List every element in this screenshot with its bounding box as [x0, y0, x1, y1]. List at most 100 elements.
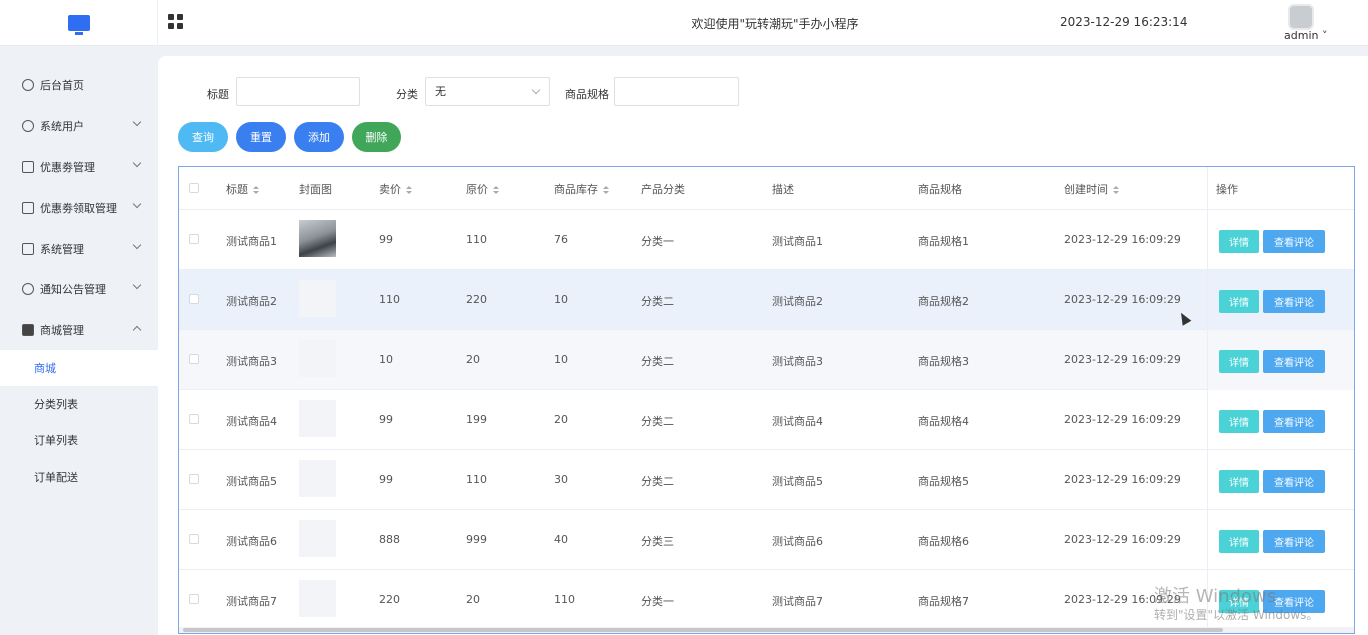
add-button[interactable]: 添加 [294, 122, 344, 152]
sidebar-item-coupons[interactable]: 优惠劵管理 [0, 147, 158, 187]
menu-toggle-icon[interactable] [168, 14, 183, 29]
cover-image [299, 520, 336, 557]
cell-price: 110 [379, 293, 400, 306]
row-checkbox[interactable] [189, 594, 199, 604]
reset-button[interactable]: 重置 [236, 122, 286, 152]
detail-button[interactable]: 详情 [1219, 230, 1259, 253]
cell-title: 测试商品4 [226, 415, 277, 428]
title-filter-input[interactable] [236, 77, 360, 106]
view-comments-button[interactable]: 查看评论 [1263, 470, 1325, 493]
sidebar-item-store[interactable]: 商城管理 [0, 310, 158, 350]
cell-orig: 110 [466, 473, 487, 486]
row-actions: 详情 查看评论 [1207, 270, 1354, 330]
spec-filter-input[interactable] [614, 77, 739, 106]
column-header[interactable]: 商品库存 [554, 181, 609, 197]
row-checkbox[interactable] [189, 294, 199, 304]
row-checkbox[interactable] [189, 234, 199, 244]
view-comments-button[interactable]: 查看评论 [1263, 410, 1325, 433]
sidebar-item-system-users[interactable]: 系统用户 [0, 106, 158, 146]
row-checkbox[interactable] [189, 414, 199, 424]
sidebar-item-home[interactable]: 后台首页 [0, 65, 158, 105]
cell-desc: 测试商品1 [772, 235, 823, 248]
category-filter-label: 分类 [396, 88, 418, 101]
user-menu[interactable]: admin ˅ [1284, 29, 1327, 42]
sidebar-item-coupon-claims[interactable]: 优惠劵领取管理 [0, 188, 158, 228]
cell-title: 测试商品7 [226, 595, 277, 608]
detail-button[interactable]: 详情 [1219, 350, 1259, 373]
avatar[interactable] [1288, 4, 1314, 30]
row-checkbox[interactable] [189, 474, 199, 484]
row-checkbox[interactable] [189, 354, 199, 364]
view-comments-button[interactable]: 查看评论 [1263, 230, 1325, 253]
products-table: 标题 封面图 卖价 原价 商品库存 产品分类 描述 商品规格 创建时间 操作 测… [178, 166, 1355, 634]
cell-desc: 测试商品2 [772, 295, 823, 308]
sidebar-item-label: 系统用户 [40, 120, 84, 133]
cell-orig: 199 [466, 413, 487, 426]
table-row[interactable]: 测试商品1 99 110 76 分类一 测试商品1 商品规格1 2023-12-29 16:0… [179, 210, 1354, 270]
row-checkbox[interactable] [189, 534, 199, 544]
view-comments-button[interactable]: 查看评论 [1263, 350, 1325, 373]
cell-category: 分类二 [641, 355, 674, 368]
current-datetime: 2023-12-29 16:23:14 [1060, 15, 1188, 29]
category-select-value: 无 [435, 85, 446, 98]
sidebar-subitem-categories[interactable]: 分类列表 [0, 386, 158, 422]
table-row[interactable]: 测试商品3 10 20 10 分类二 测试商品3 商品规格3 2023-12-29 16:09… [179, 330, 1354, 390]
cell-spec: 商品规格3 [918, 355, 969, 368]
cell-spec: 商品规格2 [918, 295, 969, 308]
cell-category: 分类二 [641, 415, 674, 428]
detail-button[interactable]: 详情 [1219, 530, 1259, 553]
row-actions: 详情 查看评论 [1207, 330, 1354, 390]
sidebar-item-label: 通知公告管理 [40, 283, 106, 296]
column-header[interactable]: 原价 [466, 181, 499, 197]
column-header[interactable]: 创建时间 [1064, 181, 1119, 197]
spec-filter-label: 商品规格 [565, 88, 609, 101]
query-button[interactable]: 查询 [178, 122, 228, 152]
horizontal-scrollbar[interactable] [179, 627, 1354, 633]
sidebar-subitem-store[interactable]: 商城 [0, 350, 158, 386]
column-header[interactable]: 卖价 [379, 181, 412, 197]
sort-icon [253, 186, 259, 194]
sidebar-item-notices[interactable]: 通知公告管理 [0, 269, 158, 309]
sidebar-item-system-management[interactable]: 系统管理 [0, 229, 158, 269]
cell-spec: 商品规格1 [918, 235, 969, 248]
detail-button[interactable]: 详情 [1219, 470, 1259, 493]
select-all-checkbox[interactable] [189, 183, 199, 193]
store-icon [22, 324, 34, 336]
welcome-text: 欢迎使用"玩转潮玩"手办小程序 [691, 17, 859, 31]
table-row[interactable]: 测试商品4 99 199 20 分类二 测试商品4 商品规格4 2023-12-29 16:0… [179, 390, 1354, 450]
view-comments-button[interactable]: 查看评论 [1263, 530, 1325, 553]
category-select[interactable]: 无 [425, 77, 550, 106]
table-row[interactable]: 测试商品6 888 999 40 分类三 测试商品6 商品规格6 2023-12-29 16:… [179, 510, 1354, 570]
cell-title: 测试商品5 [226, 475, 277, 488]
delete-button[interactable]: 删除 [352, 122, 401, 152]
detail-button[interactable]: 详情 [1219, 290, 1259, 313]
logo[interactable] [0, 0, 158, 46]
cell-orig: 999 [466, 533, 487, 546]
cell-orig: 220 [466, 293, 487, 306]
cover-image [299, 400, 336, 437]
cell-category: 分类三 [641, 535, 674, 548]
table-row[interactable]: 测试商品2 110 220 10 分类二 测试商品2 商品规格2 2023-12-29 16:… [179, 270, 1354, 330]
cell-stock: 20 [554, 413, 568, 426]
top-bar: 欢迎使用"玩转潮玩"手办小程序 2023-12-29 16:23:14 admi… [0, 0, 1368, 46]
cell-title: 测试商品1 [226, 235, 277, 248]
sidebar: 后台首页 系统用户 优惠劵管理 优惠劵领取管理 系统管理 通知公告管理 商城管理… [0, 58, 158, 635]
cell-desc: 测试商品7 [772, 595, 823, 608]
column-header[interactable]: 标题 [226, 181, 259, 197]
detail-button[interactable]: 详情 [1219, 410, 1259, 433]
chevron-down-icon [132, 240, 142, 250]
clock-icon [22, 79, 34, 91]
row-actions: 详情 查看评论 [1207, 510, 1354, 570]
row-actions: 详情 查看评论 [1207, 210, 1354, 270]
view-comments-button[interactable]: 查看评论 [1263, 290, 1325, 313]
table-row[interactable]: 测试商品5 99 110 30 分类二 测试商品5 商品规格5 2023-12-29 16:0… [179, 450, 1354, 510]
cell-category: 分类二 [641, 475, 674, 488]
cell-category: 分类一 [641, 595, 674, 608]
cell-spec: 商品规格4 [918, 415, 969, 428]
sidebar-subitem-orders[interactable]: 订单列表 [0, 422, 158, 458]
chevron-up-icon [132, 325, 142, 335]
sidebar-item-label: 后台首页 [40, 79, 84, 92]
cell-orig: 110 [466, 233, 487, 246]
sidebar-subitem-delivery[interactable]: 订单配送 [0, 459, 158, 495]
cell-created: 2023-12-29 16:09:29 [1064, 293, 1181, 306]
